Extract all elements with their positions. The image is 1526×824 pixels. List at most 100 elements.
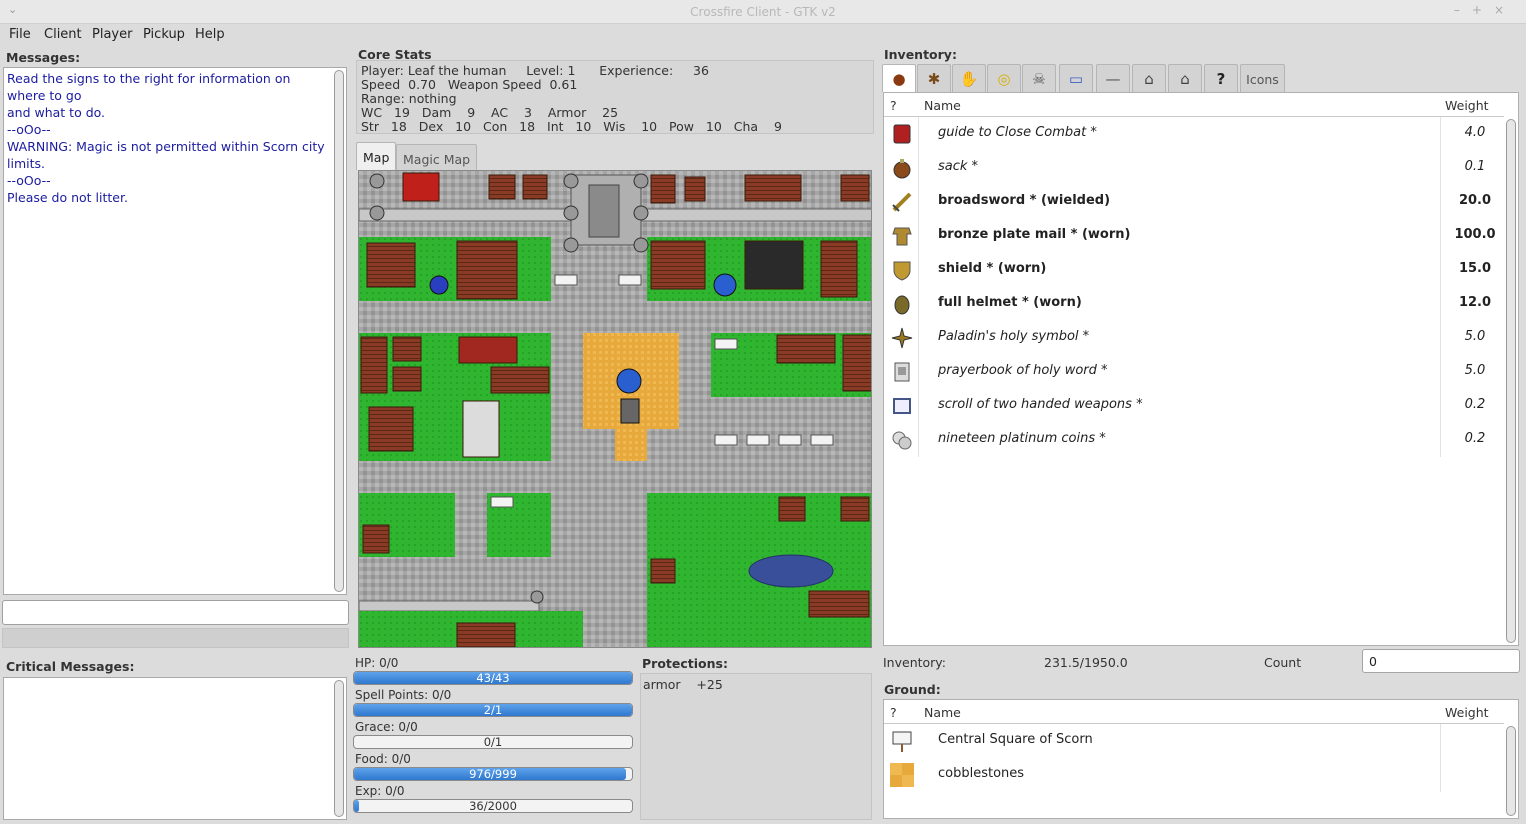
- exp-label: Exp: 0/0: [355, 784, 405, 798]
- column-flag[interactable]: ?: [890, 98, 897, 113]
- ground-list[interactable]: ? Name Weight Central Square of Scorn cob…: [883, 699, 1519, 819]
- item-weight: 0.2: [1464, 397, 1486, 412]
- item-name: shield * (worn): [938, 261, 1047, 276]
- shield-icon: [890, 258, 914, 282]
- critical-messages-scrollbar[interactable]: [334, 680, 344, 817]
- critical-messages-panel[interactable]: [3, 677, 347, 820]
- command-input[interactable]: [2, 600, 349, 625]
- table-row[interactable]: shield * (worn) 15.0: [884, 253, 1504, 287]
- message-line: WARNING: Magic is not permitted within S…: [7, 139, 325, 171]
- title-bar: ⌄ Crossfire Client - GTK v2 –+×: [0, 0, 1526, 24]
- table-row[interactable]: sack * 0.1: [884, 151, 1504, 185]
- item-name: cobblestones: [938, 766, 1025, 781]
- item-name: prayerbook of holy word *: [938, 363, 1108, 378]
- inv-tab-unlocked[interactable]: ⌂: [1168, 64, 1202, 92]
- ground-scrollbar[interactable]: [1506, 726, 1516, 816]
- inv-tab-cursed[interactable]: ☠: [1022, 64, 1056, 92]
- exp-bar: 36/2000: [353, 799, 633, 813]
- table-row[interactable]: Central Square of Scorn: [884, 724, 1504, 758]
- skull-icon: ☠: [1032, 70, 1046, 88]
- sign: [810, 434, 834, 446]
- game-map[interactable]: [358, 170, 872, 648]
- house: [522, 174, 548, 200]
- menu-player[interactable]: Player: [92, 27, 132, 42]
- inv-tab-unpaid[interactable]: ◎: [987, 64, 1021, 92]
- ground-header: ? Name Weight: [884, 700, 1504, 724]
- platinum-coins-icon: [890, 428, 914, 452]
- inv-tab-locked[interactable]: ⌂: [1132, 64, 1166, 92]
- tab-map[interactable]: Map: [356, 142, 397, 170]
- inv-tab-icons[interactable]: Icons: [1240, 64, 1285, 92]
- table-row[interactable]: bronze plate mail * (worn) 100.0: [884, 219, 1504, 253]
- inventory-weight-label: Inventory:: [883, 655, 947, 670]
- menu-client[interactable]: Client: [44, 27, 82, 42]
- item-name: Central Square of Scorn: [938, 732, 1093, 747]
- inv-tab-unapplied[interactable]: ✋: [952, 64, 986, 92]
- item-name: broadsword * (wielded): [938, 193, 1111, 208]
- bank: [744, 240, 804, 290]
- tower: [563, 237, 579, 253]
- map-canvas: [359, 171, 871, 647]
- sack-icon: [890, 156, 914, 180]
- house: [456, 622, 516, 647]
- item-weight: 4.0: [1464, 125, 1486, 140]
- scroll-icon: [890, 394, 914, 418]
- window-controls[interactable]: –+×: [1454, 3, 1516, 17]
- inv-tab-applied[interactable]: ✱: [917, 64, 951, 92]
- armor-icon: [890, 224, 914, 248]
- table-row[interactable]: prayerbook of holy word * 5.0: [884, 355, 1504, 389]
- count-input[interactable]: 0: [1362, 649, 1520, 673]
- inventory-list[interactable]: ? Name Weight guide to Close Combat * 4.0…: [883, 92, 1519, 646]
- table-row[interactable]: nineteen platinum coins * 0.2: [884, 423, 1504, 457]
- menu-pickup[interactable]: Pickup: [143, 27, 185, 42]
- jeweler-shop: [650, 240, 706, 290]
- help-icon: ?: [1216, 70, 1226, 88]
- column-weight[interactable]: Weight: [1445, 98, 1489, 113]
- column-flag[interactable]: ?: [890, 705, 897, 720]
- tower: [369, 205, 385, 221]
- column-name[interactable]: Name: [924, 705, 961, 720]
- column-weight[interactable]: Weight: [1445, 705, 1489, 720]
- fountain: [713, 273, 737, 297]
- column-name[interactable]: Name: [924, 98, 961, 113]
- inventory-scrollbar[interactable]: [1506, 119, 1516, 643]
- menu-file[interactable]: File: [9, 27, 31, 42]
- armour-shop: [366, 242, 416, 288]
- hp-value: 43/43: [476, 671, 510, 685]
- house: [650, 558, 676, 584]
- tower: [633, 237, 649, 253]
- item-weight: 12.0: [1458, 295, 1492, 310]
- inv-tab-unidentified[interactable]: ?: [1204, 64, 1238, 92]
- status-strip: [2, 628, 349, 648]
- item-name: scroll of two handed weapons *: [938, 397, 1143, 412]
- table-row[interactable]: broadsword * (wielded) 20.0: [884, 185, 1504, 219]
- table-row[interactable]: guide to Close Combat * 4.0: [884, 117, 1504, 151]
- sign: [778, 434, 802, 446]
- sp-value: 2/1: [483, 703, 503, 717]
- sp-bar: 2/1: [353, 703, 633, 717]
- tab-magic-map[interactable]: Magic Map: [396, 144, 478, 170]
- table-row[interactable]: Paladin's holy symbol * 5.0: [884, 321, 1504, 355]
- sign: [746, 434, 770, 446]
- inv-tab-magical[interactable]: ▭: [1059, 64, 1093, 92]
- table-row[interactable]: full helmet * (worn) 12.0: [884, 287, 1504, 321]
- house: [776, 334, 836, 364]
- core-stats-panel: Player: Leaf the human Level: 1 Experien…: [356, 60, 874, 134]
- prayerbook-icon: [890, 360, 914, 384]
- house: [392, 336, 422, 362]
- inv-tab-all[interactable]: ●: [882, 64, 916, 92]
- inv-tab-nonmagical[interactable]: —: [1096, 64, 1130, 92]
- item-weight: 20.0: [1458, 193, 1492, 208]
- table-row[interactable]: cobblestones: [884, 758, 1504, 792]
- tower: [633, 173, 649, 189]
- messages-scrollbar[interactable]: [334, 70, 344, 592]
- exp-value: 36/2000: [469, 799, 517, 813]
- message-line: and what to do.: [7, 105, 106, 120]
- table-row[interactable]: scroll of two handed weapons * 0.2: [884, 389, 1504, 423]
- food-bar: 976/999: [353, 767, 633, 781]
- sign: [554, 274, 578, 286]
- sign: [618, 274, 642, 286]
- pond: [748, 554, 834, 588]
- menu-help[interactable]: Help: [195, 27, 225, 42]
- messages-panel[interactable]: Read the signs to the right for informat…: [3, 67, 347, 595]
